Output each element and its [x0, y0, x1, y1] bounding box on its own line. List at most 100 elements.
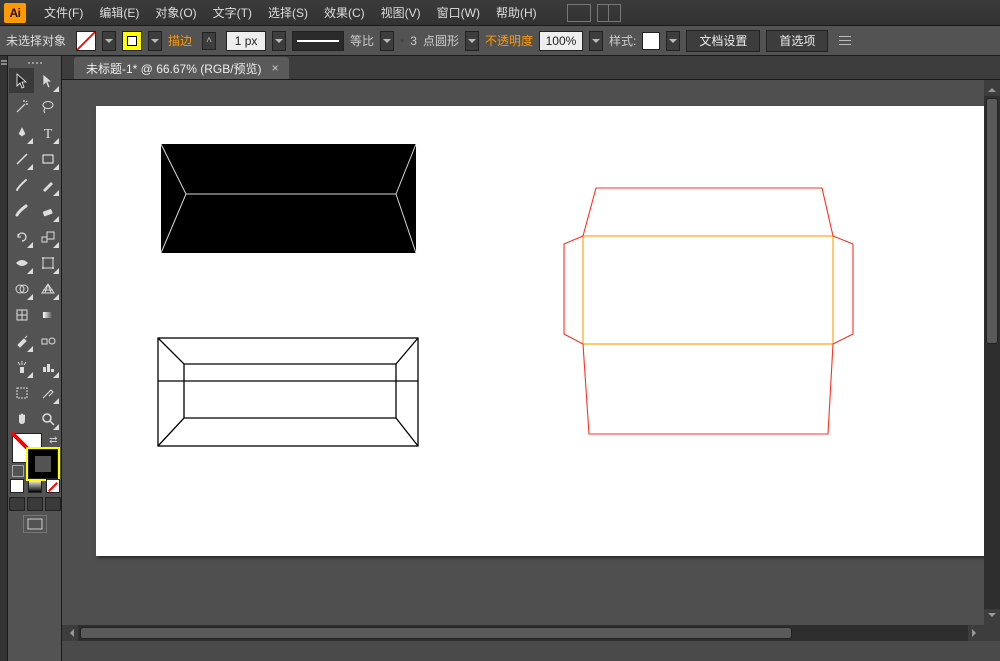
- zoom-tool[interactable]: [35, 406, 60, 431]
- scrollbar-corner: [984, 625, 1000, 641]
- scrollbar-horizontal[interactable]: [62, 625, 984, 641]
- artboard-tool[interactable]: [9, 380, 34, 405]
- scale-tool[interactable]: [35, 224, 60, 249]
- slice-tool[interactable]: [35, 380, 60, 405]
- menu-edit[interactable]: 编辑(E): [91, 0, 147, 26]
- swap-fill-stroke-icon[interactable]: ⇄: [49, 435, 57, 446]
- document-setup-button[interactable]: 文档设置: [686, 30, 760, 52]
- menu-select[interactable]: 选择(S): [260, 0, 316, 26]
- menu-bar: Ai 文件(F) 编辑(E) 对象(O) 文字(T) 选择(S) 效果(C) 视…: [0, 0, 1000, 26]
- paintbrush-tool[interactable]: [9, 172, 34, 197]
- free-transform-tool[interactable]: [35, 250, 60, 275]
- brush-label: 点圆形: [423, 32, 459, 49]
- direct-selection-tool[interactable]: [35, 68, 60, 93]
- draw-behind-icon[interactable]: [27, 497, 43, 511]
- menu-effect[interactable]: 效果(C): [316, 0, 373, 26]
- shape-builder-tool[interactable]: [9, 276, 34, 301]
- mesh-tool[interactable]: [9, 302, 34, 327]
- hand-tool[interactable]: [9, 406, 34, 431]
- pen-tool[interactable]: [9, 120, 34, 145]
- scroll-v-track[interactable]: [984, 96, 1000, 609]
- menu-file[interactable]: 文件(F): [36, 0, 91, 26]
- app-logo: Ai: [4, 3, 26, 23]
- magic-wand-tool[interactable]: [9, 94, 34, 119]
- type-tool[interactable]: T: [35, 120, 60, 145]
- graphic-style-swatch[interactable]: [642, 32, 660, 50]
- symbol-sprayer-tool[interactable]: [9, 354, 34, 379]
- fill-swatch[interactable]: [76, 31, 96, 51]
- scroll-down-button[interactable]: [984, 609, 1000, 625]
- color-mode-gradient[interactable]: [28, 479, 42, 493]
- menu-help[interactable]: 帮助(H): [488, 0, 545, 26]
- stroke-swatch[interactable]: [122, 31, 142, 51]
- eyedropper-tool[interactable]: [9, 328, 34, 353]
- gradient-tool[interactable]: [35, 302, 60, 327]
- arrange-docs[interactable]: [567, 4, 621, 22]
- control-bar-overflow-icon[interactable]: [834, 30, 856, 52]
- document-tab[interactable]: 未标题-1* @ 66.67% (RGB/预览) ×: [74, 57, 289, 79]
- opacity-dropdown[interactable]: [589, 31, 603, 51]
- eraser-tool[interactable]: [35, 198, 60, 223]
- selection-tool[interactable]: [9, 68, 34, 93]
- scroll-h-track[interactable]: [78, 625, 968, 641]
- profile-dropdown[interactable]: [380, 31, 394, 51]
- pencil-tool[interactable]: [35, 172, 60, 197]
- menu-window[interactable]: 窗口(W): [429, 0, 488, 26]
- scrollbar-vertical[interactable]: [984, 80, 1000, 625]
- line-segment-tool[interactable]: [9, 146, 34, 171]
- document-area: 未标题-1* @ 66.67% (RGB/预览) ×: [62, 56, 1000, 661]
- tools-panel-grip[interactable]: [10, 58, 60, 68]
- menu-view[interactable]: 视图(V): [373, 0, 429, 26]
- fill-dropdown[interactable]: [102, 31, 116, 51]
- blend-tool[interactable]: [35, 328, 60, 353]
- brush-points: 3: [410, 34, 417, 48]
- menu-object[interactable]: 对象(O): [147, 0, 204, 26]
- stroke-dropdown[interactable]: [148, 31, 162, 51]
- opacity-input[interactable]: 100%: [539, 31, 583, 51]
- width-tool[interactable]: [9, 250, 34, 275]
- document-tab-label: 未标题-1* @ 66.67% (RGB/预览): [86, 60, 262, 77]
- profile-label: 等比: [350, 32, 374, 49]
- tools-panel: T: [8, 56, 62, 661]
- envelope-dieline: [564, 188, 853, 434]
- menu-type[interactable]: 文字(T): [205, 0, 260, 26]
- canvas-viewport[interactable]: [62, 80, 1000, 641]
- scroll-up-button[interactable]: [984, 80, 1000, 96]
- stroke-label[interactable]: 描边: [168, 32, 192, 49]
- draw-normal-icon[interactable]: [9, 497, 25, 511]
- stroke-width-dropdown[interactable]: [272, 31, 286, 51]
- color-mode-row: [10, 479, 60, 493]
- artboard[interactable]: [96, 106, 992, 556]
- lasso-tool[interactable]: [35, 94, 60, 119]
- selection-label: 未选择对象: [6, 32, 66, 49]
- scroll-left-button[interactable]: [62, 625, 78, 641]
- rectangle-tool[interactable]: [35, 146, 60, 171]
- collapsed-panel-strip[interactable]: [0, 56, 8, 661]
- draw-inside-icon[interactable]: [45, 497, 61, 511]
- opacity-label[interactable]: 不透明度: [485, 32, 533, 49]
- preferences-button[interactable]: 首选项: [766, 30, 828, 52]
- scroll-v-thumb[interactable]: [986, 98, 998, 344]
- blob-brush-tool[interactable]: [9, 198, 34, 223]
- color-mode-solid[interactable]: [10, 479, 24, 493]
- perspective-grid-tool[interactable]: [35, 276, 60, 301]
- stroke-stepper[interactable]: ˄: [202, 32, 216, 50]
- graphic-style-dropdown[interactable]: [666, 31, 680, 51]
- stroke-width-input[interactable]: 1 px: [226, 31, 266, 51]
- close-icon[interactable]: ×: [272, 61, 279, 75]
- rotate-tool[interactable]: [9, 224, 34, 249]
- scroll-h-thumb[interactable]: [80, 627, 792, 639]
- screen-mode-button[interactable]: [23, 515, 47, 533]
- app-window: Ai 文件(F) 编辑(E) 对象(O) 文字(T) 选择(S) 效果(C) 视…: [0, 0, 1000, 661]
- color-mode-none[interactable]: [46, 479, 60, 493]
- envelope-outline: [158, 338, 418, 446]
- scroll-right-button[interactable]: [968, 625, 984, 641]
- arrange-single-icon[interactable]: [567, 4, 591, 22]
- fill-stroke-controls[interactable]: ⇄: [10, 433, 60, 477]
- column-graph-tool[interactable]: [35, 354, 60, 379]
- stroke-profile-preview[interactable]: [292, 31, 344, 51]
- brush-dropdown[interactable]: [465, 31, 479, 51]
- arrange-split-icon[interactable]: [597, 4, 621, 22]
- stroke-color-icon[interactable]: [28, 449, 58, 479]
- default-fill-stroke-icon[interactable]: [12, 465, 24, 477]
